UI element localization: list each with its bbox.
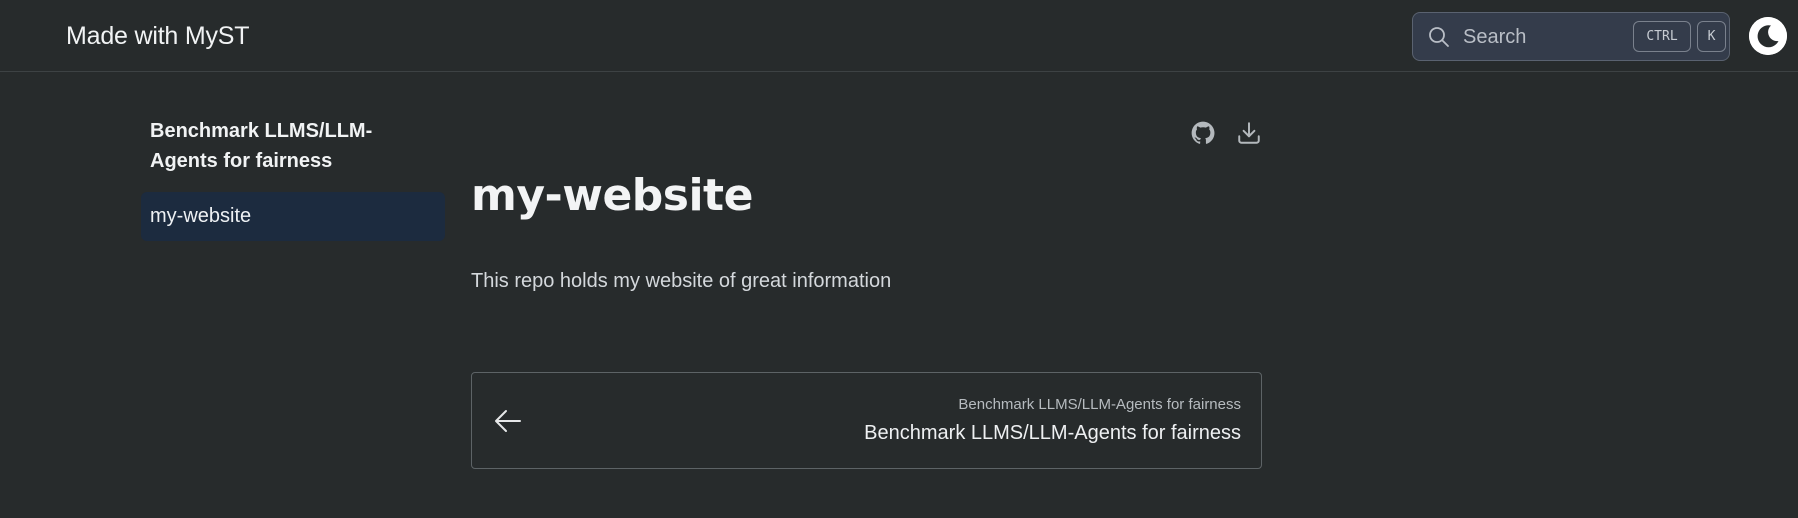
site-brand-link[interactable]: Made with MyST	[66, 22, 250, 51]
search-icon	[1429, 27, 1449, 47]
previous-page-subtitle: Benchmark LLMS/LLM-Agents for fairness	[958, 396, 1241, 413]
shortcut-key-k: K	[1697, 21, 1726, 52]
previous-page-link[interactable]: Benchmark LLMS/LLM-Agents for fairness B…	[471, 372, 1262, 469]
page-description: This repo holds my website of great info…	[471, 270, 892, 292]
sidebar: Benchmark LLMS/LLM-Agents for fairness m…	[141, 116, 445, 241]
download-icon[interactable]	[1236, 120, 1262, 146]
theme-toggle-button[interactable]	[1749, 17, 1787, 55]
search-placeholder: Search	[1463, 26, 1527, 48]
github-icon[interactable]	[1190, 120, 1216, 146]
shortcut-key-ctrl: CTRL	[1633, 21, 1691, 52]
top-navbar: Made with MyST Search CTRL K	[0, 0, 1798, 72]
sidebar-project-title[interactable]: Benchmark LLMS/LLM-Agents for fairness	[141, 116, 440, 176]
moon-icon	[1749, 17, 1787, 55]
page-title: my-website	[471, 170, 753, 221]
previous-page-title: Benchmark LLMS/LLM-Agents for fairness	[864, 422, 1241, 444]
page-actions	[1190, 120, 1264, 146]
arrow-left-icon	[495, 410, 521, 432]
sidebar-item-my-website[interactable]: my-website	[141, 192, 445, 241]
search-box[interactable]: Search CTRL K	[1412, 12, 1730, 61]
